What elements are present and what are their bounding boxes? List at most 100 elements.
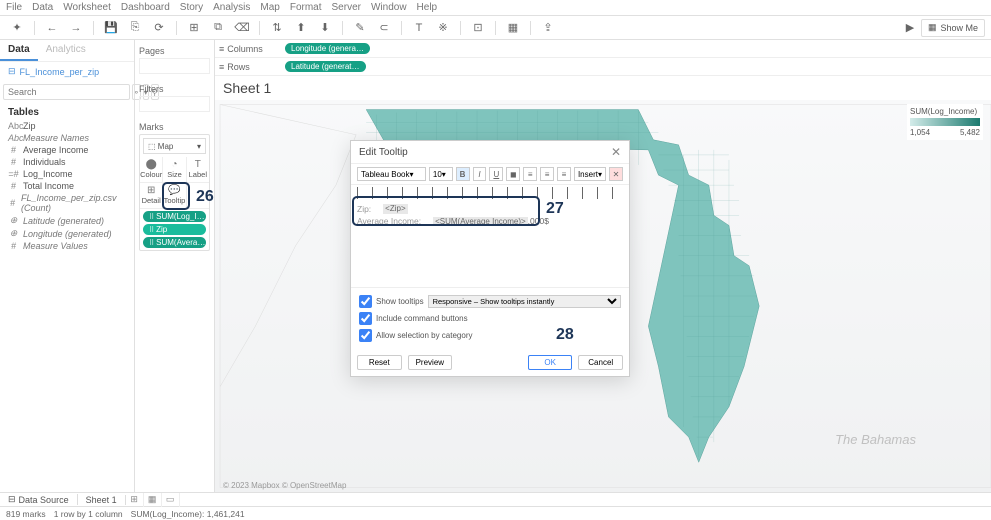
pill-sum-log-income[interactable]: ⠿SUM(Log_I…	[143, 211, 206, 222]
align-right-button[interactable]: ≡	[557, 167, 571, 181]
shelves-pane: Pages Filters Marks ⬚ Map▾ ⬤Colour ◔Size…	[135, 40, 215, 492]
connection[interactable]: ⊟FL_Income_per_zip	[0, 62, 134, 81]
sort-asc-button[interactable]: ⬆	[290, 19, 312, 37]
pill-zip[interactable]: ⠿Zip	[143, 224, 206, 235]
field-item[interactable]: AbcZip	[4, 120, 130, 132]
new-story-tab[interactable]: ▭	[162, 493, 180, 507]
field-item[interactable]: AbcMeasure Names	[4, 132, 130, 144]
menu-format[interactable]: Format	[290, 2, 322, 13]
reset-button[interactable]: Reset	[357, 355, 402, 370]
sort-desc-button[interactable]: ⬇	[314, 19, 336, 37]
rows-pill[interactable]: Latitude (generat…	[285, 61, 366, 72]
detail-shelf[interactable]: ⊞Detail	[140, 183, 163, 209]
group-button[interactable]: ⊂	[373, 19, 395, 37]
preview-button[interactable]: Preview	[408, 355, 453, 370]
rows-shelf-label: ≡Rows	[219, 62, 279, 72]
clear-button[interactable]: ⌫	[231, 19, 253, 37]
tooltip-mode-select[interactable]: Responsive – Show tooltips instantly	[428, 295, 621, 308]
tableau-icon[interactable]: ✦	[6, 19, 28, 37]
font-size-select[interactable]: 10 ▾	[429, 167, 453, 181]
pill-sum-average[interactable]: ⠿SUM(Avera…	[143, 237, 206, 248]
show-me-button[interactable]: ▦Show Me	[921, 19, 985, 37]
tables-header: Tables	[0, 103, 134, 120]
field-item[interactable]: #FL_Income_per_zip.csv (Count)	[4, 192, 130, 214]
annotation-box-27	[352, 196, 540, 226]
bold-button[interactable]: B	[456, 167, 470, 181]
menu-help[interactable]: Help	[417, 2, 438, 13]
duplicate-button[interactable]: ⧉	[207, 19, 229, 37]
presentation-button[interactable]: ▶	[901, 19, 919, 37]
color-legend[interactable]: SUM(Log_Income) 1,0545,482	[907, 104, 983, 140]
clear-format-button[interactable]: ✕	[609, 167, 623, 181]
include-commands-checkbox[interactable]	[359, 312, 372, 325]
menu-file[interactable]: File	[6, 2, 22, 13]
tab-data[interactable]: Data	[0, 40, 38, 61]
menu-dashboard[interactable]: Dashboard	[121, 2, 170, 13]
italic-button[interactable]: I	[473, 167, 487, 181]
fields-list: AbcZipAbcMeasure Names#Average Income#In…	[0, 120, 134, 252]
search-input[interactable]	[3, 84, 130, 100]
forward-button[interactable]: →	[65, 19, 87, 37]
field-item[interactable]: #Measure Values	[4, 240, 130, 252]
sheet1-tab[interactable]: Sheet 1	[78, 495, 126, 505]
new-dashboard-tab[interactable]: ▦	[144, 493, 162, 507]
menu-server[interactable]: Server	[332, 2, 361, 13]
mark-type-selector[interactable]: ⬚ Map▾	[143, 138, 206, 154]
allow-selection-checkbox[interactable]	[359, 329, 372, 342]
menu-window[interactable]: Window	[371, 2, 407, 13]
refresh-button[interactable]: ⟳	[148, 19, 170, 37]
cancel-button[interactable]: Cancel	[578, 355, 623, 370]
color-button[interactable]: ◼	[506, 167, 520, 181]
annotation-28: 28	[556, 326, 574, 344]
colour-shelf[interactable]: ⬤Colour	[140, 157, 163, 183]
annotation-27: 27	[546, 200, 564, 218]
field-item[interactable]: ⊕Latitude (generated)	[4, 214, 130, 227]
sheet-tabs: ⊟Data Source Sheet 1 ⊞ ▦ ▭	[0, 492, 991, 506]
size-shelf[interactable]: ◔Size	[163, 157, 186, 183]
annotation-26: 26	[196, 188, 214, 206]
columns-shelf-label: ≡Columns	[219, 44, 279, 54]
status-bar: 819 marks 1 row by 1 column SUM(Log_Inco…	[0, 506, 991, 520]
new-data-button[interactable]: ⎘	[124, 19, 146, 37]
align-center-button[interactable]: ≡	[540, 167, 554, 181]
close-icon[interactable]: ✕	[611, 145, 621, 159]
data-source-tab[interactable]: ⊟Data Source	[0, 494, 78, 505]
tab-analytics[interactable]: Analytics	[38, 40, 94, 61]
menu-map[interactable]: Map	[260, 2, 279, 13]
dialog-title: Edit Tooltip	[359, 147, 408, 158]
menu-data[interactable]: Data	[32, 2, 53, 13]
show-tooltips-checkbox[interactable]	[359, 295, 372, 308]
field-item[interactable]: #Total Income	[4, 180, 130, 192]
field-item[interactable]: #Individuals	[4, 156, 130, 168]
back-button[interactable]: ←	[41, 19, 63, 37]
menu-worksheet[interactable]: Worksheet	[63, 2, 111, 13]
map-credit: © 2023 Mapbox © OpenStreetMap	[223, 481, 346, 490]
field-item[interactable]: ⊕Longitude (generated)	[4, 227, 130, 240]
format-button[interactable]: ※	[432, 19, 454, 37]
labels-button[interactable]: T	[408, 19, 430, 37]
align-left-button[interactable]: ≡	[523, 167, 537, 181]
show-cards-button[interactable]: ▦	[502, 19, 524, 37]
annotation-box-26	[162, 182, 190, 210]
data-pane: Data Analytics ⊟FL_Income_per_zip ⚬ ▾ ⚲ …	[0, 40, 135, 492]
swap-button[interactable]: ⇅	[266, 19, 288, 37]
underline-button[interactable]: U	[489, 167, 503, 181]
new-worksheet-tab[interactable]: ⊞	[126, 493, 144, 507]
field-item[interactable]: #Average Income	[4, 144, 130, 156]
menu-analysis[interactable]: Analysis	[213, 2, 250, 13]
highlight-button[interactable]: ✎	[349, 19, 371, 37]
sheet-title[interactable]: Sheet 1	[215, 76, 991, 100]
database-icon: ⊟	[8, 66, 16, 77]
columns-pill[interactable]: Longitude (genera…	[285, 43, 370, 54]
menubar: File Data Worksheet Dashboard Story Anal…	[0, 0, 991, 16]
font-family-select[interactable]: Tableau Book ▾	[357, 167, 426, 181]
menu-story[interactable]: Story	[180, 2, 203, 13]
label-shelf[interactable]: TLabel	[187, 157, 209, 183]
save-button[interactable]: 💾	[100, 19, 122, 37]
new-worksheet-button[interactable]: ⊞	[183, 19, 205, 37]
ok-button[interactable]: OK	[528, 355, 573, 370]
share-button[interactable]: ⇪	[537, 19, 559, 37]
fit-button[interactable]: ⊡	[467, 19, 489, 37]
field-item[interactable]: =#Log_Income	[4, 168, 130, 180]
insert-dropdown[interactable]: Insert ▾	[574, 167, 606, 181]
